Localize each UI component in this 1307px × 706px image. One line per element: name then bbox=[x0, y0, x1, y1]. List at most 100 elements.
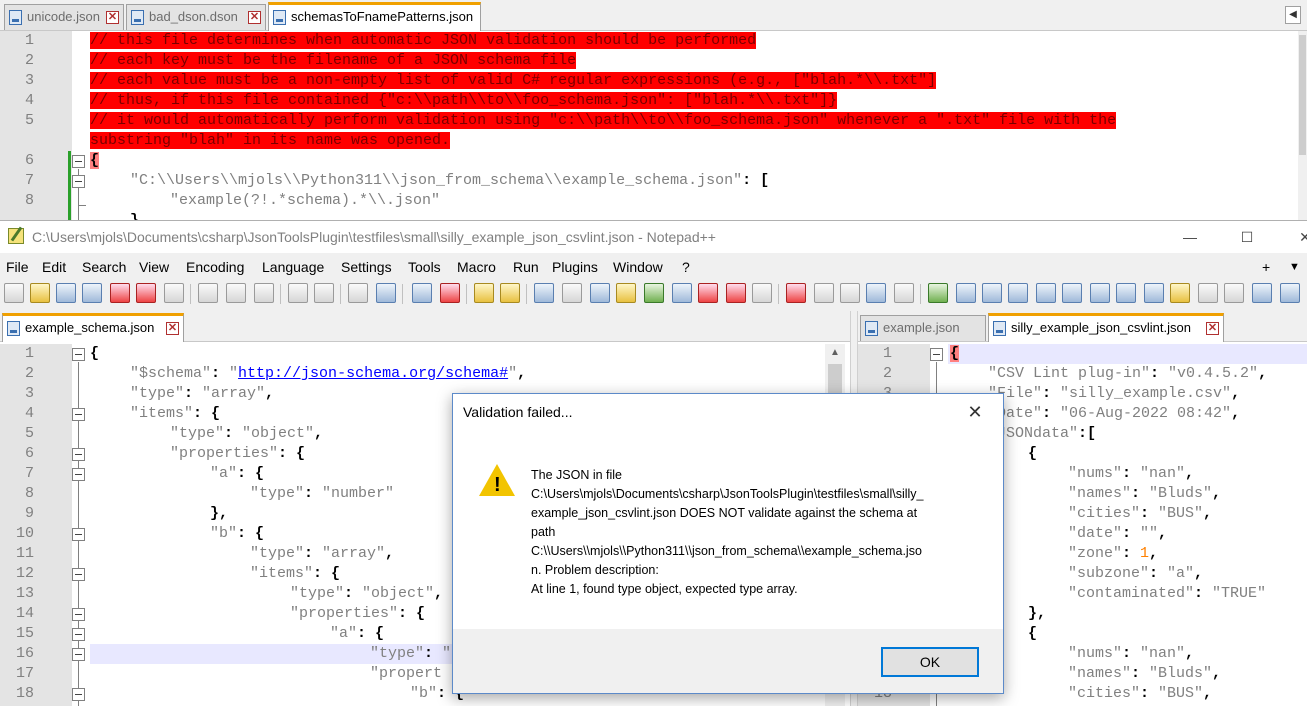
sync-vertical-icon[interactable] bbox=[474, 283, 494, 303]
menu-tools[interactable]: Tools bbox=[408, 259, 441, 275]
folder-workspace-icon[interactable] bbox=[726, 283, 746, 303]
indent-guide-icon[interactable] bbox=[590, 283, 610, 303]
replace-icon[interactable] bbox=[376, 283, 396, 303]
save-macro-icon[interactable] bbox=[894, 283, 914, 303]
close-tab-icon[interactable]: ✕ bbox=[1206, 322, 1219, 335]
schema-link[interactable]: "http://json-schema.org/schema#" bbox=[229, 365, 517, 382]
tab-schemas-to-fname-patterns[interactable]: schemasToFnamePatterns.json bbox=[268, 2, 481, 31]
new-file-icon[interactable] bbox=[4, 283, 24, 303]
menu-file[interactable]: File bbox=[6, 259, 29, 275]
udl-icon[interactable] bbox=[616, 283, 636, 303]
save-icon[interactable] bbox=[56, 283, 76, 303]
dialog-footer: OK bbox=[453, 629, 1003, 693]
function-list-icon[interactable] bbox=[698, 283, 718, 303]
message-line: path bbox=[531, 525, 556, 539]
tab-silly-example-csvlint[interactable]: silly_example_json_csvlint.json ✕ bbox=[988, 313, 1224, 342]
show-all-chars-icon[interactable] bbox=[562, 283, 582, 303]
key-string: "a" bbox=[210, 465, 238, 482]
zoom-out-icon[interactable] bbox=[440, 283, 460, 303]
key-string: "type" bbox=[130, 385, 185, 402]
tab-bad-dson[interactable]: bad_dson.dson ✕ bbox=[126, 4, 266, 30]
comment-line: // each key must be the filename of a JS… bbox=[90, 52, 577, 69]
scroll-up-icon[interactable]: ▲ bbox=[825, 344, 845, 362]
run-macro-multiple-icon[interactable] bbox=[866, 283, 886, 303]
menu-search[interactable]: Search bbox=[82, 259, 126, 275]
menu-macro[interactable]: Macro bbox=[457, 259, 496, 275]
plugin-share-icon[interactable] bbox=[1280, 283, 1300, 303]
plugin-down-icon[interactable] bbox=[1090, 283, 1110, 303]
record-macro-icon[interactable] bbox=[786, 283, 806, 303]
menu-help[interactable]: ? bbox=[682, 259, 690, 275]
close-icon[interactable]: ✕ bbox=[955, 398, 995, 426]
plugin-table-icon[interactable] bbox=[1144, 283, 1164, 303]
menu-window[interactable]: Window bbox=[613, 259, 663, 275]
key-string: "names" bbox=[1068, 485, 1132, 502]
right-tab-strip: example.json silly_example_json_csvlint.… bbox=[858, 311, 1307, 342]
key-string: "propert bbox=[370, 665, 443, 682]
notepadpp-icon bbox=[8, 228, 24, 244]
scrollbar-thumb[interactable] bbox=[1299, 35, 1306, 155]
menu-view[interactable]: View bbox=[139, 259, 169, 275]
plugin-up-icon[interactable] bbox=[1062, 283, 1082, 303]
paste-icon[interactable] bbox=[254, 283, 274, 303]
tab-unicode-json[interactable]: unicode.json ✕ bbox=[4, 4, 124, 30]
menu-encoding[interactable]: Encoding bbox=[186, 259, 244, 275]
comment-line: substring "blah" in its name was opened. bbox=[90, 132, 451, 149]
operator: : [ bbox=[742, 172, 770, 189]
close-all-icon[interactable] bbox=[136, 283, 156, 303]
bg-vertical-scrollbar[interactable] bbox=[1298, 31, 1307, 220]
plugin-grid-icon[interactable] bbox=[982, 283, 1002, 303]
copy-icon[interactable] bbox=[226, 283, 246, 303]
plugin-star-icon[interactable] bbox=[1224, 283, 1244, 303]
plugin-abc-icon[interactable] bbox=[928, 283, 948, 303]
plugin-grid-red-icon[interactable] bbox=[1008, 283, 1028, 303]
plugin-link-icon[interactable] bbox=[1198, 283, 1218, 303]
close-file-icon[interactable] bbox=[110, 283, 130, 303]
cut-icon[interactable] bbox=[198, 283, 218, 303]
plugin-compress-icon[interactable] bbox=[1116, 283, 1136, 303]
sync-horizontal-icon[interactable] bbox=[500, 283, 520, 303]
minimize-icon[interactable]: — bbox=[1170, 225, 1210, 249]
message-line: C:\Users\mjols\Documents\csharp\JsonTool… bbox=[531, 487, 924, 501]
play-macro-icon[interactable] bbox=[840, 283, 860, 303]
zoom-in-icon[interactable] bbox=[412, 283, 432, 303]
value-string: "Bluds" bbox=[1149, 665, 1213, 682]
plugin-chain-icon[interactable] bbox=[1252, 283, 1272, 303]
menu-run[interactable]: Run bbox=[513, 259, 539, 275]
doc-map-icon[interactable] bbox=[644, 283, 664, 303]
tab-scroll-left-icon[interactable]: ◀ bbox=[1285, 6, 1301, 24]
menu-settings[interactable]: Settings bbox=[341, 259, 392, 275]
print-icon[interactable] bbox=[164, 283, 184, 303]
ok-button[interactable]: OK bbox=[881, 647, 979, 677]
maximize-icon[interactable]: ☐ bbox=[1227, 225, 1267, 249]
key-string: "cities" bbox=[1068, 685, 1141, 702]
plugin-download-icon[interactable] bbox=[956, 283, 976, 303]
plugin-sort-icon[interactable] bbox=[1036, 283, 1056, 303]
tab-list-icon[interactable]: ▼ bbox=[1289, 261, 1300, 273]
value-string: "BUS" bbox=[1158, 505, 1204, 522]
monitoring-icon[interactable] bbox=[752, 283, 772, 303]
menu-plugins[interactable]: Plugins bbox=[552, 259, 598, 275]
number-value: 1 bbox=[1140, 545, 1150, 562]
stop-macro-icon[interactable] bbox=[814, 283, 834, 303]
close-icon[interactable]: ✕ bbox=[1285, 225, 1307, 249]
plugin-tag-icon[interactable] bbox=[1170, 283, 1190, 303]
menu-language[interactable]: Language bbox=[262, 259, 324, 275]
close-tab-icon[interactable]: ✕ bbox=[166, 322, 179, 335]
word-wrap-icon[interactable] bbox=[534, 283, 554, 303]
save-all-icon[interactable] bbox=[82, 283, 102, 303]
redo-icon[interactable] bbox=[314, 283, 334, 303]
tab-example-schema[interactable]: example_schema.json ✕ bbox=[2, 313, 184, 342]
close-tab-icon[interactable]: ✕ bbox=[248, 11, 261, 24]
new-tab-icon[interactable]: + bbox=[1262, 259, 1270, 275]
bg-code-area[interactable]: // this file determines when automatic J… bbox=[0, 31, 1300, 220]
key-string: "type" bbox=[170, 425, 225, 442]
open-file-icon[interactable] bbox=[30, 283, 50, 303]
menu-edit[interactable]: Edit bbox=[42, 259, 66, 275]
close-tab-icon[interactable]: ✕ bbox=[106, 11, 119, 24]
undo-icon[interactable] bbox=[288, 283, 308, 303]
tab-example-json[interactable]: example.json bbox=[860, 315, 986, 341]
doc-list-icon[interactable] bbox=[672, 283, 692, 303]
find-icon[interactable] bbox=[348, 283, 368, 303]
tab-label: bad_dson.dson bbox=[149, 9, 238, 24]
